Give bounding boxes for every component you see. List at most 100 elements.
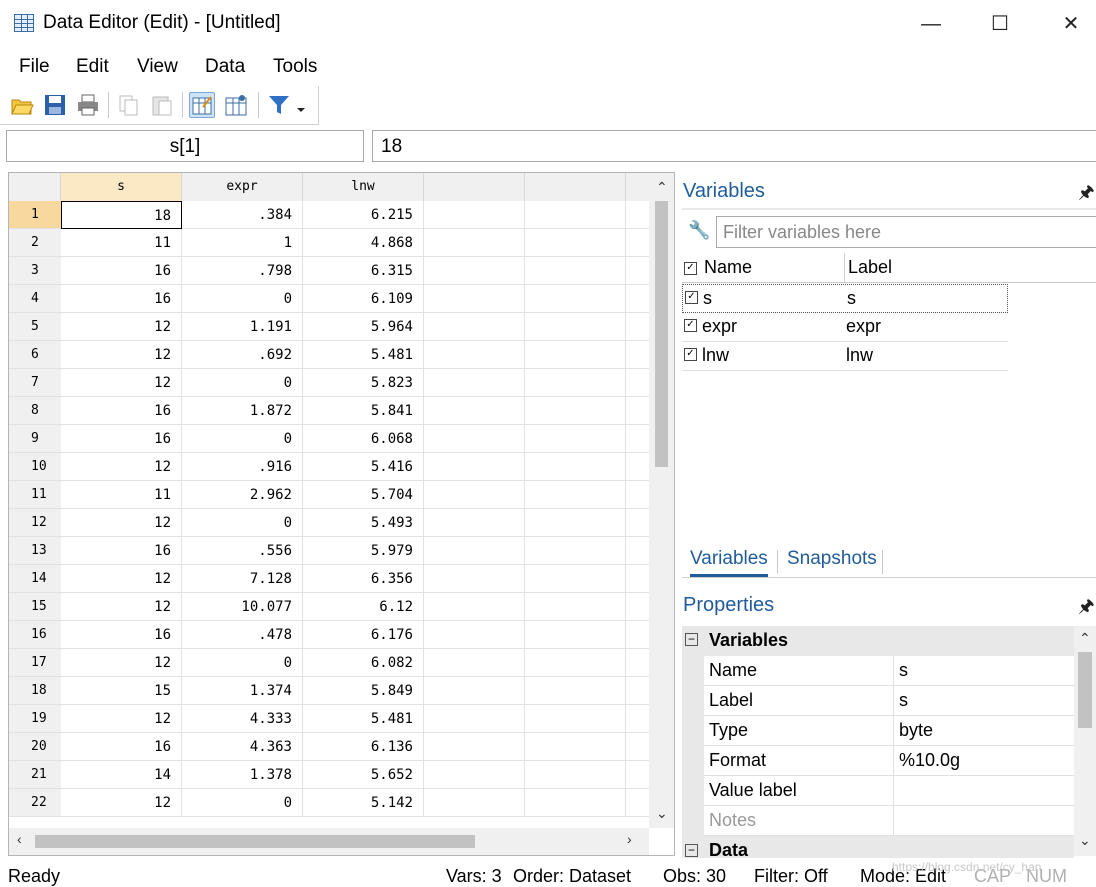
empty-cell[interactable] [525,229,626,257]
empty-cell[interactable] [525,425,626,453]
data-cell-s[interactable]: 16 [61,257,182,285]
table-row[interactable]: 11 11 2.962 5.704 [9,481,659,509]
empty-cell[interactable] [525,593,626,621]
empty-cell[interactable] [424,761,525,789]
property-value[interactable]: %10.0g [899,750,960,771]
empty-cell[interactable] [525,705,626,733]
table-row[interactable]: 6 12.692 5.481 [9,341,659,369]
empty-cell[interactable] [424,677,525,705]
data-cell-lnw[interactable]: 5.979 [303,537,424,565]
empty-cell[interactable] [424,705,525,733]
data-cell-lnw[interactable]: 5.964 [303,313,424,341]
data-cell-s[interactable]: 14 [61,761,182,789]
data-cell-lnw[interactable]: 5.849 [303,677,424,705]
variable-row[interactable]: ✓ lnw lnw [682,342,1008,371]
select-all-checkbox[interactable]: ✓ [684,262,697,275]
data-cell-s[interactable]: 11 [61,481,182,509]
data-cell-lnw[interactable]: 6.215 [303,201,424,229]
data-cell-expr[interactable]: .384 [182,201,303,229]
empty-cell[interactable] [525,565,626,593]
data-cell-lnw[interactable]: 5.704 [303,481,424,509]
data-cell-lnw[interactable]: 6.109 [303,285,424,313]
property-value[interactable]: s [899,660,908,681]
data-cell-lnw[interactable]: 5.481 [303,705,424,733]
copy-icon[interactable] [116,92,142,118]
row-number[interactable]: 5 [9,313,61,341]
browse-mode-icon[interactable] [223,92,249,118]
empty-cell[interactable] [424,257,525,285]
empty-cell[interactable] [424,313,525,341]
data-cell-s[interactable]: 12 [61,313,182,341]
empty-cell[interactable] [525,369,626,397]
empty-cell[interactable] [424,649,525,677]
data-cell-s[interactable]: 11 [61,229,182,257]
data-cell-lnw[interactable]: 6.068 [303,425,424,453]
data-cell-expr[interactable]: .478 [182,621,303,649]
data-cell-s[interactable]: 12 [61,789,182,817]
horizontal-scroll-thumb[interactable] [35,835,475,848]
save-icon[interactable] [42,92,68,118]
table-row[interactable]: 16 16.478 6.176 [9,621,659,649]
scroll-right-arrow-icon[interactable]: › [627,831,632,847]
edit-mode-icon[interactable] [189,92,215,118]
table-row[interactable]: 4 16 0 6.109 [9,285,659,313]
data-cell-expr[interactable]: 0 [182,509,303,537]
menu-data[interactable]: Data [205,56,245,78]
table-row[interactable]: 14 12 7.128 6.356 [9,565,659,593]
row-number[interactable]: 7 [9,369,61,397]
table-row[interactable]: 17 12 0 6.082 [9,649,659,677]
properties-section-variables[interactable]: − Variables [682,626,1074,656]
row-number[interactable]: 3 [9,257,61,285]
tab-variables[interactable]: Variables [690,548,768,577]
empty-cell[interactable] [525,453,626,481]
empty-cell[interactable] [424,425,525,453]
scroll-up-arrow-icon[interactable]: ⌃ [1079,630,1091,647]
variable-filter-input[interactable]: Filter variables here [716,216,1096,248]
empty-cell[interactable] [525,537,626,565]
property-row-value-label[interactable]: Value label [704,776,1074,806]
data-cell-s[interactable]: 12 [61,369,182,397]
empty-cell[interactable] [424,453,525,481]
collapse-icon[interactable]: − [685,844,698,857]
data-cell-lnw[interactable]: 5.823 [303,369,424,397]
data-cell-lnw[interactable]: 5.142 [303,789,424,817]
data-cell-expr[interactable]: 7.128 [182,565,303,593]
row-number[interactable]: 16 [9,621,61,649]
empty-cell[interactable] [424,481,525,509]
data-cell-expr[interactable]: 2.962 [182,481,303,509]
data-cell-expr[interactable]: 1.872 [182,397,303,425]
data-cell-s[interactable]: 16 [61,733,182,761]
data-cell-s[interactable]: 12 [61,509,182,537]
empty-cell[interactable] [525,481,626,509]
data-cell-s[interactable]: 12 [61,565,182,593]
table-row[interactable]: 5 12 1.191 5.964 [9,313,659,341]
maximize-button[interactable]: ☐ [977,8,1023,40]
property-value[interactable]: byte [899,720,933,741]
data-cell-expr[interactable]: .798 [182,257,303,285]
data-cell-expr[interactable]: .556 [182,537,303,565]
menu-file[interactable]: File [19,56,50,78]
empty-cell[interactable] [424,733,525,761]
menu-edit[interactable]: Edit [76,56,109,78]
data-cell-lnw[interactable]: 5.493 [303,509,424,537]
vertical-scrollbar[interactable]: ⌃ ⌄ [649,173,674,828]
data-cell-expr[interactable]: 0 [182,789,303,817]
data-cell-lnw[interactable]: 6.12 [303,593,424,621]
row-number[interactable]: 4 [9,285,61,313]
data-cell-s[interactable]: 12 [61,341,182,369]
table-row[interactable]: 21 14 1.378 5.652 [9,761,659,789]
data-cell-s[interactable]: 16 [61,285,182,313]
column-header-expr[interactable]: expr [182,173,303,201]
table-row[interactable]: 7 12 0 5.823 [9,369,659,397]
data-cell-lnw[interactable]: 6.176 [303,621,424,649]
table-row[interactable]: 1 18.384 6.215 [9,201,659,229]
data-cell-s[interactable]: 16 [61,425,182,453]
property-row-type[interactable]: Type byte [704,716,1074,746]
data-cell-expr[interactable]: 1.374 [182,677,303,705]
empty-cell[interactable] [525,509,626,537]
data-cell-expr[interactable]: 0 [182,285,303,313]
open-icon[interactable] [9,92,35,118]
variable-checkbox[interactable]: ✓ [685,291,698,304]
row-number[interactable]: 12 [9,509,61,537]
data-cell-s[interactable]: 15 [61,677,182,705]
